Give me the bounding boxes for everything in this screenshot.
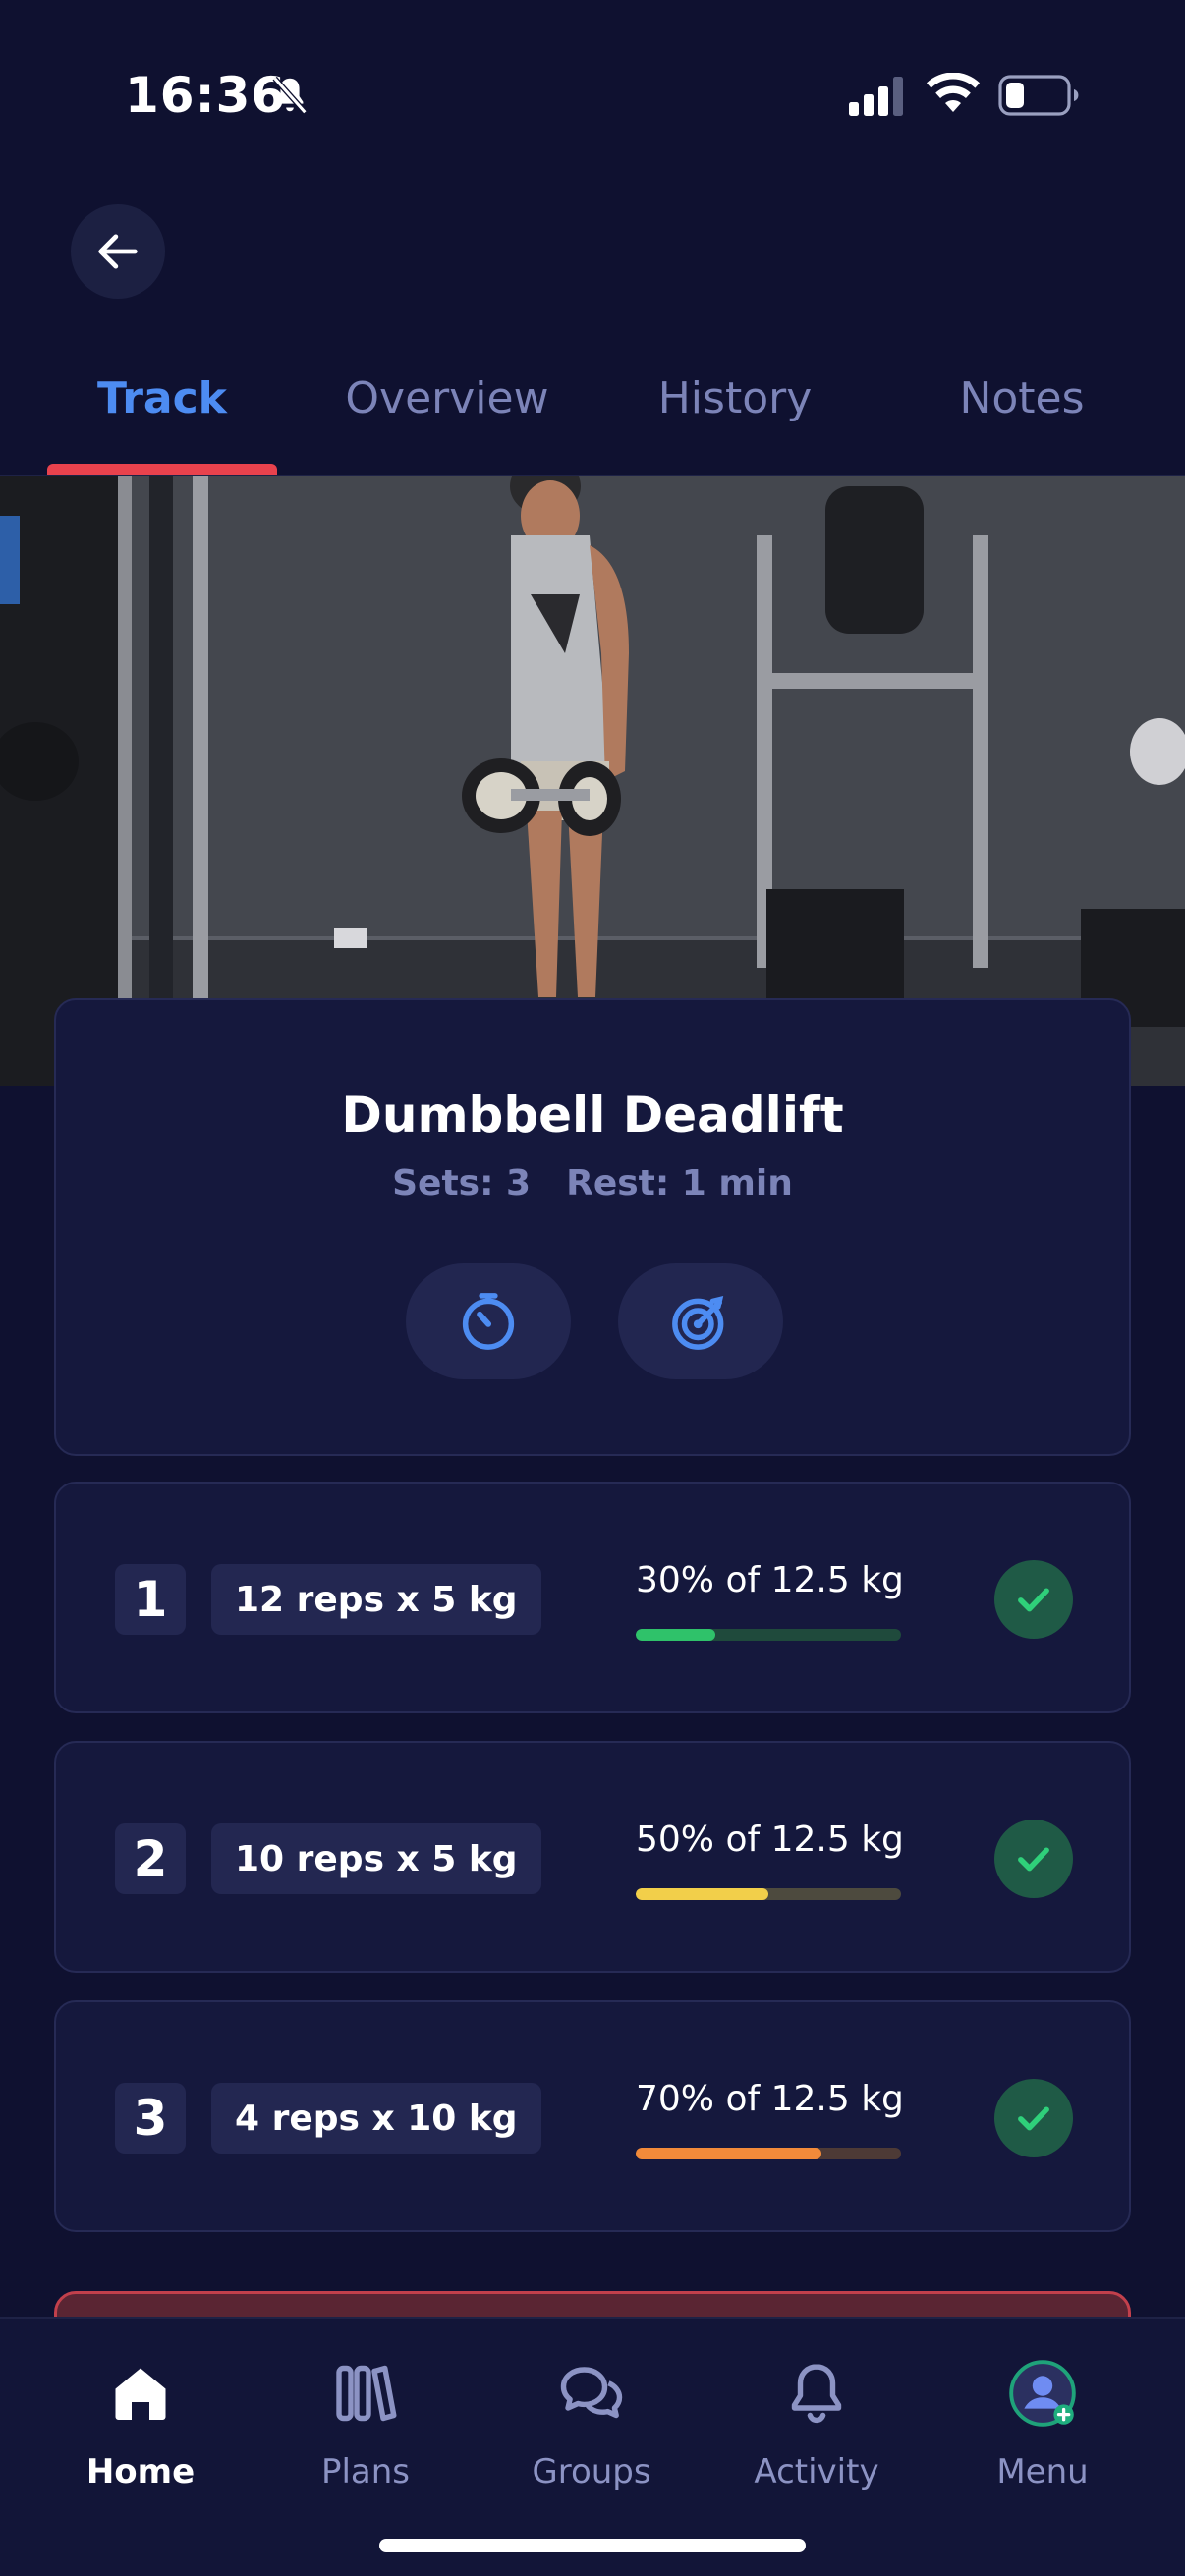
exercise-meta: Sets: 3 Rest: 1 min	[56, 1163, 1129, 1204]
groups-icon	[560, 2367, 623, 2419]
nav-plans-label: Plans	[320, 2452, 411, 2492]
check-icon	[1018, 1847, 1049, 1872]
timer-button[interactable]	[406, 1263, 571, 1379]
set-progress-bar	[636, 1629, 901, 1641]
set-row: 3 4 reps x 10 kg 70% of 12.5 kg	[54, 2000, 1131, 2232]
set-reps-weight[interactable]: 10 reps x 5 kg	[211, 1823, 541, 1894]
plans-icon	[336, 2365, 397, 2422]
tab-notes[interactable]: Notes	[914, 364, 1130, 472]
set-percent-text: 50% of 12.5 kg	[636, 1820, 904, 1860]
nav-home[interactable]: Home	[42, 2358, 239, 2515]
set-progress-fill	[636, 1629, 715, 1641]
set-number: 3	[115, 2083, 186, 2154]
exercise-title: Dumbbell Deadlift	[341, 1087, 844, 1144]
set-percent-text: 30% of 12.5 kg	[636, 1560, 904, 1600]
nav-menu-label: Menu	[996, 2452, 1089, 2492]
set-reps-weight[interactable]: 12 reps x 5 kg	[211, 1564, 541, 1635]
rest-time: Rest: 1 min	[566, 1163, 793, 1204]
nav-menu[interactable]: Menu	[944, 2358, 1141, 2515]
nav-groups-label: Groups	[532, 2452, 651, 2492]
set-complete-toggle[interactable]	[994, 1560, 1073, 1639]
set-reps-weight[interactable]: 4 reps x 10 kg	[211, 2083, 541, 2154]
check-icon	[1018, 2106, 1049, 2131]
home-indicator	[379, 2539, 806, 2552]
set-progress-fill	[636, 2148, 821, 2159]
nav-activity-label: Activity	[754, 2452, 879, 2492]
stopwatch-icon	[462, 1293, 515, 1350]
nav-home-label: Home	[85, 2452, 196, 2492]
avatar-icon	[1009, 2360, 1076, 2427]
status-time: 16:36	[125, 67, 287, 124]
set-progress-bar	[636, 1888, 901, 1900]
set-number: 1	[115, 1564, 186, 1635]
bottom-nav: Home Plans Groups Activity Menu	[0, 2317, 1185, 2576]
wifi-icon	[926, 73, 980, 112]
set-progress-bar	[636, 2148, 901, 2159]
signal-icon	[849, 77, 903, 116]
battery-icon	[998, 75, 1079, 116]
set-row: 1 12 reps x 5 kg 30% of 12.5 kg	[54, 1482, 1131, 1713]
set-complete-toggle[interactable]	[994, 1820, 1073, 1898]
home-icon	[115, 2368, 166, 2420]
exercise-card: Dumbbell Deadlift Sets: 3 Rest: 1 min	[54, 998, 1131, 1456]
nav-plans[interactable]: Plans	[267, 2358, 464, 2515]
nav-groups[interactable]: Groups	[493, 2358, 690, 2515]
tab-history[interactable]: History	[625, 364, 845, 472]
exercise-video-frame	[0, 476, 1185, 1086]
tab-overview[interactable]: Overview	[324, 364, 570, 472]
target-icon	[672, 1296, 724, 1350]
arrow-left-icon	[98, 234, 138, 269]
set-complete-toggle[interactable]	[994, 2079, 1073, 2157]
bell-off-icon	[272, 76, 308, 115]
sets-count: Sets: 3	[392, 1163, 532, 1204]
set-number: 2	[115, 1823, 186, 1894]
status-bar: 16:36	[0, 0, 1185, 196]
set-progress-fill	[636, 1888, 768, 1900]
set-percent-text: 70% of 12.5 kg	[636, 2079, 904, 2119]
tab-track[interactable]: Track	[47, 364, 277, 472]
back-button[interactable]	[71, 204, 165, 299]
check-icon	[1018, 1588, 1049, 1612]
set-row: 2 10 reps x 5 kg 50% of 12.5 kg	[54, 1741, 1131, 1973]
target-button[interactable]	[618, 1263, 783, 1379]
nav-activity[interactable]: Activity	[718, 2358, 915, 2515]
bell-icon	[791, 2364, 842, 2424]
tab-bar: Track Overview History Notes	[0, 364, 1185, 476]
exercise-video[interactable]	[0, 476, 1185, 1086]
